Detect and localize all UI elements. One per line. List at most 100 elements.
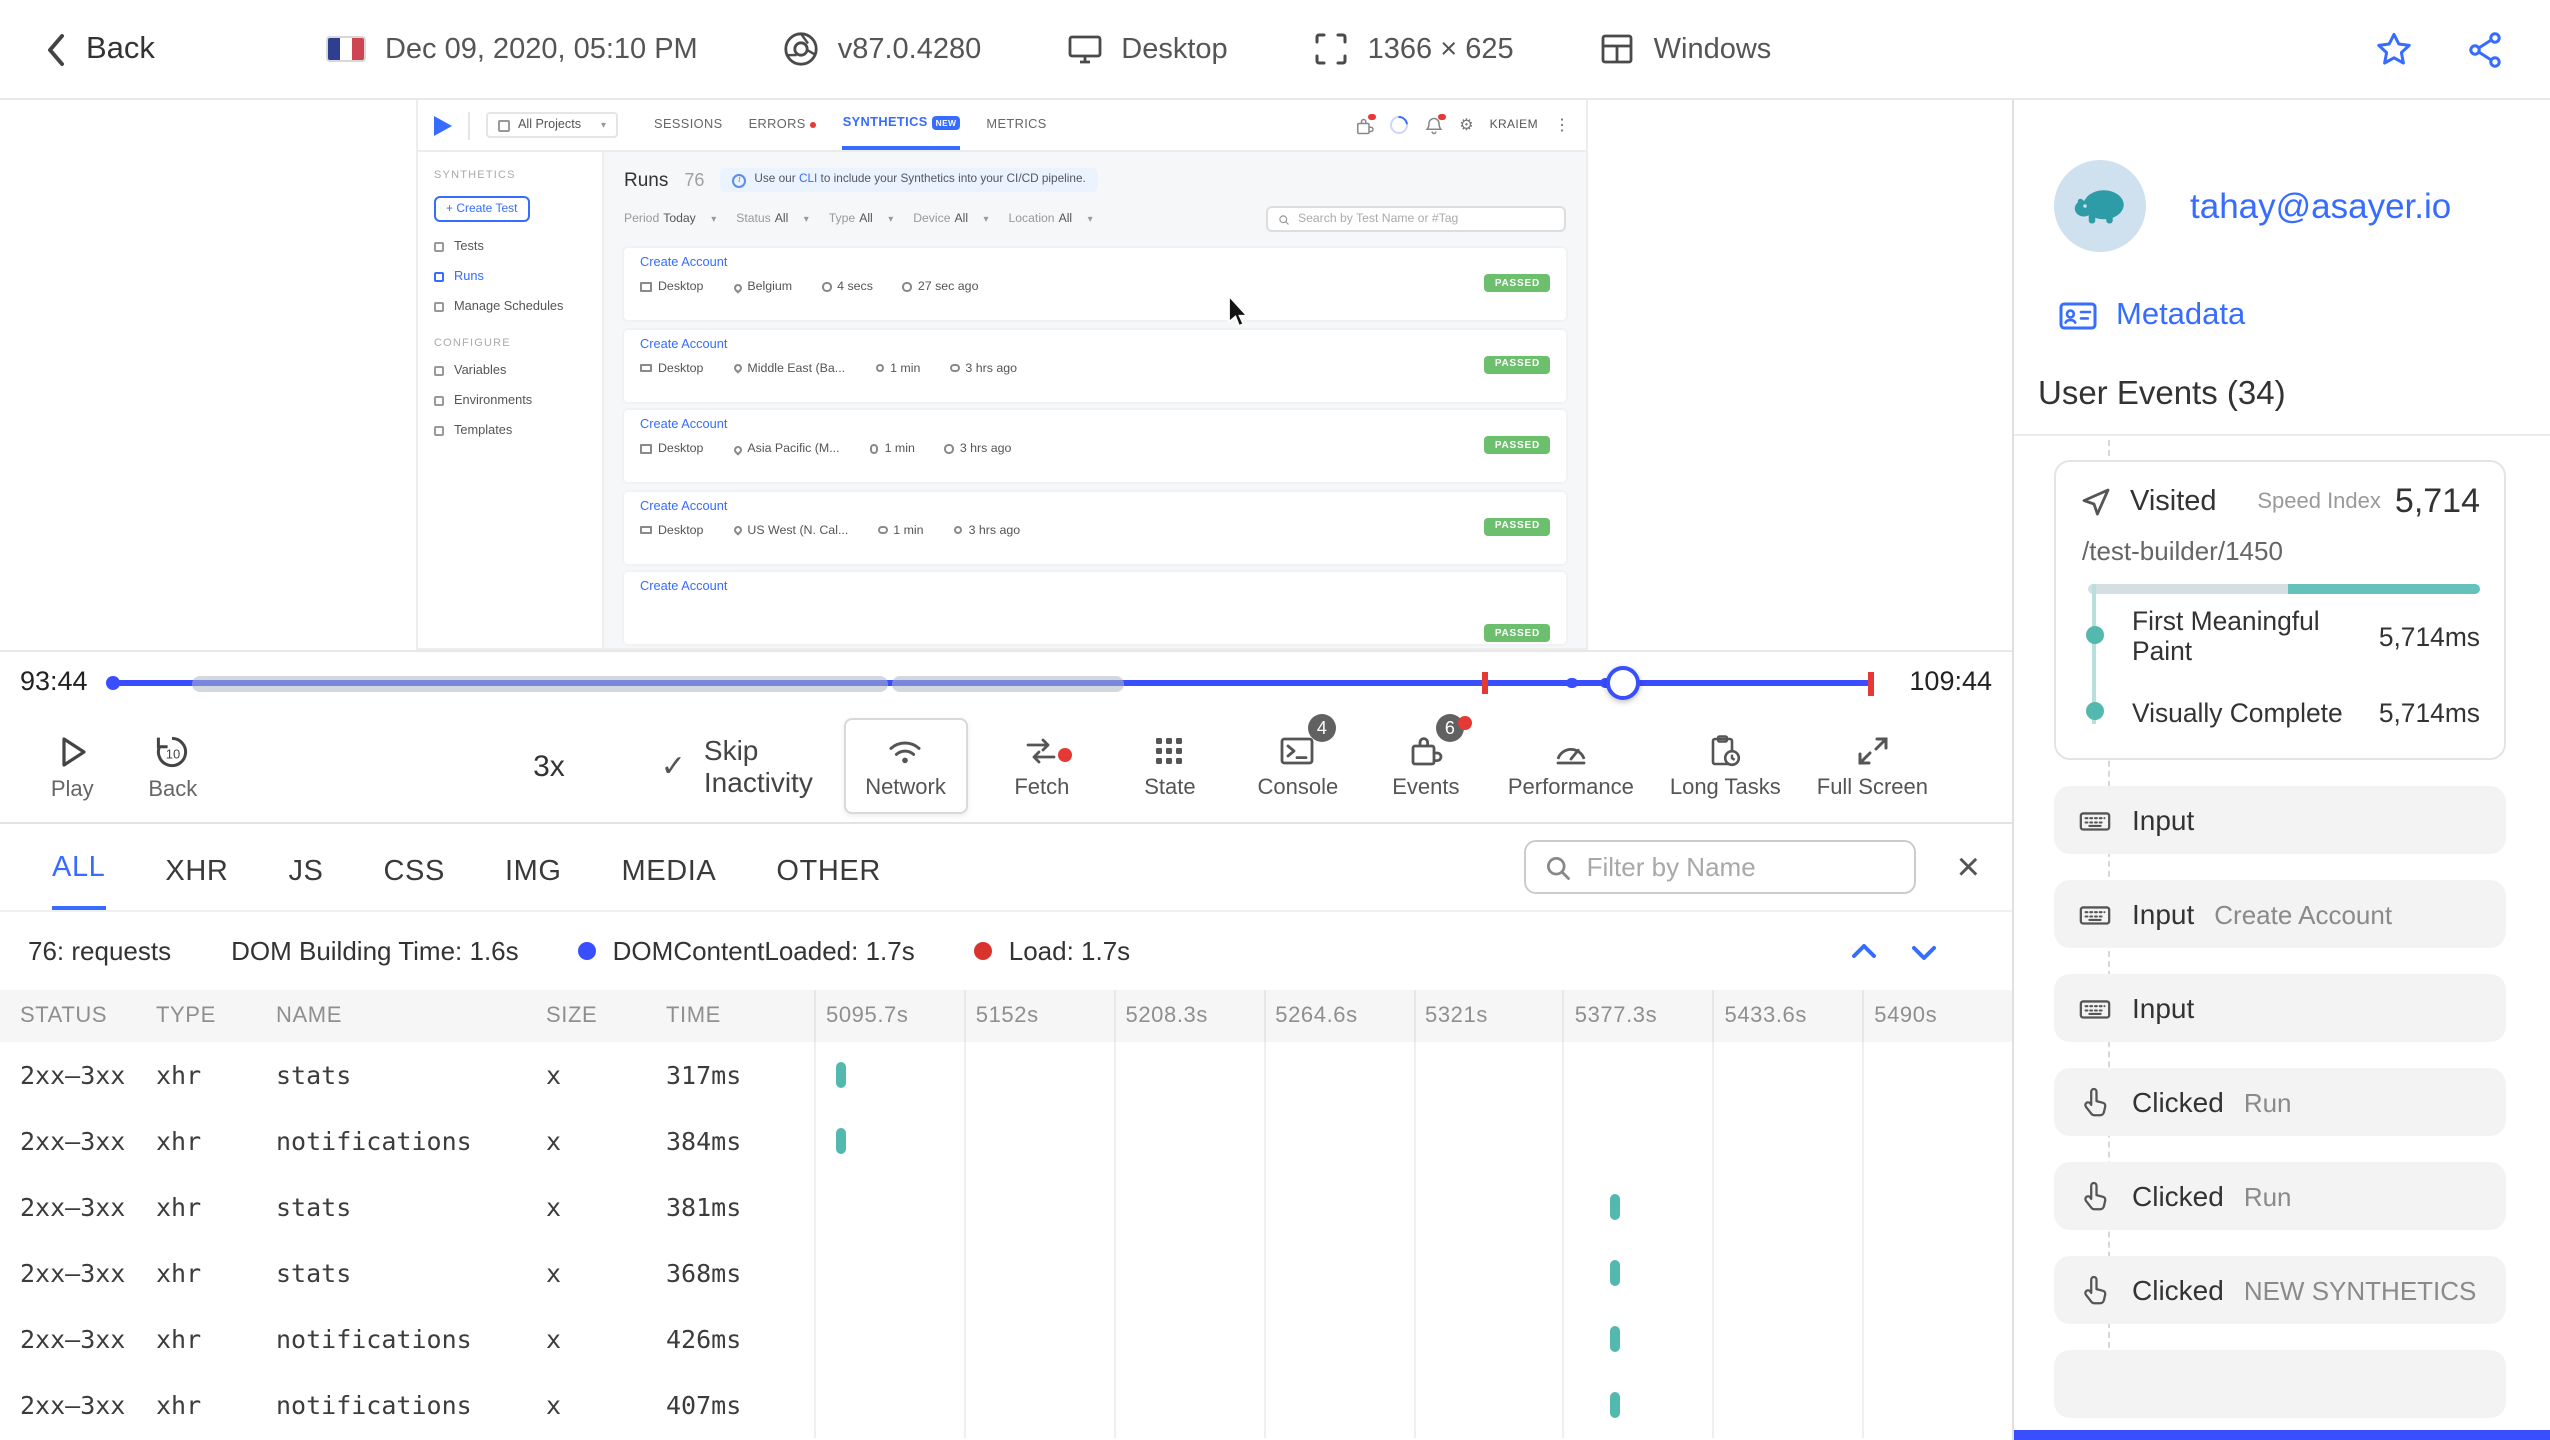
- runs-filters: Period Today ▾ Status All ▾ Type All ▾ Devi…: [624, 206, 1566, 232]
- table-row[interactable]: 2xx–3xx xhr stats x 381ms: [0, 1174, 2012, 1240]
- tab-all[interactable]: ALL: [52, 852, 106, 910]
- event-input[interactable]: Input Create Account: [2054, 880, 2506, 948]
- request-timing-tick: [835, 1062, 846, 1088]
- chevron-down-icon: ▾: [601, 119, 607, 131]
- metadata-button[interactable]: Metadata: [2058, 296, 2550, 336]
- event-clicked[interactable]: Clicked Run: [2054, 1162, 2506, 1230]
- timeline-total-time: 109:44: [1909, 666, 1992, 696]
- request-timing-tick: [1610, 1194, 1621, 1220]
- playback-speed-button[interactable]: 3x: [533, 749, 565, 783]
- rewind-10-icon: 10: [157, 735, 188, 767]
- table-row[interactable]: 2xx–3xx xhr notifications x 384ms: [0, 1108, 2012, 1174]
- keyboard-icon: [2079, 999, 2111, 1018]
- speed-index-label: Speed Index: [2257, 490, 2381, 514]
- app-nav-right: ⚙ KRAIEM ⋮: [1353, 112, 1570, 138]
- favorite-star-icon[interactable]: [2374, 29, 2414, 69]
- event-input[interactable]: Input: [2054, 974, 2506, 1042]
- col-name: NAME: [276, 1004, 342, 1028]
- session-datetime: Dec 09, 2020, 05:10 PM: [326, 33, 698, 65]
- loading-spinner-icon: [1385, 112, 1411, 138]
- filter-by-name-input[interactable]: [1586, 852, 1897, 882]
- table-row[interactable]: 2xx–3xx xhr notifications x 407ms: [0, 1372, 2012, 1438]
- visited-navigation-icon: [2082, 488, 2110, 516]
- state-panel-button[interactable]: State: [1116, 720, 1224, 812]
- console-panel-button[interactable]: Console 4: [1244, 714, 1352, 812]
- search-icon: [1279, 214, 1289, 224]
- sidebar-bottom-progress-bar: [2014, 1430, 2550, 1440]
- event-visited[interactable]: Visited Speed Index 5,714 /test-builder/…: [2054, 460, 2506, 760]
- fetch-icon: [1027, 738, 1057, 764]
- tab-img[interactable]: IMG: [505, 856, 562, 910]
- viewport-resolution: 1366 × 625: [1312, 30, 1514, 68]
- sidebar-section-synthetics: SYNTHETICS: [434, 170, 516, 182]
- event-clicked[interactable]: Clicked NEW SYNTHETICS: [2054, 1256, 2506, 1324]
- time-col: 5152s: [963, 990, 1114, 1042]
- performance-panel-button[interactable]: Performance: [1500, 720, 1642, 812]
- user-events-list: Visited Speed Index 5,714 /test-builder/…: [2054, 440, 2506, 1418]
- performance-gauge-icon: [1556, 748, 1586, 765]
- play-button[interactable]: Play: [28, 731, 117, 801]
- environments-icon: [434, 396, 444, 406]
- close-panel-icon[interactable]: ×: [1957, 847, 1980, 887]
- sidebar-item-runs: Runs: [434, 270, 586, 284]
- divider: [468, 111, 470, 139]
- new-badge: NEW: [931, 116, 961, 130]
- long-tasks-panel-button[interactable]: Long Tasks: [1662, 720, 1789, 812]
- resolution-label: 1366 × 625: [1367, 33, 1514, 65]
- table-row[interactable]: 2xx–3xx xhr notifications x 426ms: [0, 1306, 2012, 1372]
- network-filter-field[interactable]: [1524, 840, 1917, 894]
- event-input[interactable]: Input: [2054, 786, 2506, 854]
- timeline-scrubber[interactable]: [1606, 665, 1640, 699]
- tab-css[interactable]: CSS: [384, 856, 445, 910]
- jump-up-icon[interactable]: [1848, 935, 1880, 967]
- jump-down-icon[interactable]: [1908, 935, 1940, 967]
- click-hand-icon: [2084, 1180, 2107, 1210]
- tab-media[interactable]: MEDIA: [622, 856, 717, 910]
- tab-js[interactable]: JS: [288, 856, 323, 910]
- cli-link: CLI: [798, 174, 818, 186]
- runs-count: 76: [684, 170, 705, 190]
- back-10s-button[interactable]: 10 Back: [129, 731, 218, 801]
- id-card-icon: [2059, 302, 2097, 330]
- clock-icon: [944, 444, 954, 454]
- tab-xhr[interactable]: XHR: [165, 856, 228, 910]
- full-screen-button[interactable]: Full Screen: [1809, 720, 1936, 812]
- event-clicked[interactable]: Clicked Run: [2054, 1068, 2506, 1136]
- sidebar-item-tests: Tests: [434, 240, 586, 254]
- run-row: Create Account Desktop Middle East (Ba..…: [624, 329, 1566, 401]
- event-marker: [1566, 677, 1577, 688]
- fetch-panel-button[interactable]: Fetch: [988, 720, 1096, 812]
- browser-chrome-icon: [784, 32, 818, 66]
- monitor-icon: [1067, 35, 1101, 64]
- event-partial[interactable]: [2054, 1350, 2506, 1418]
- skip-inactivity-toggle[interactable]: ✓ Skip Inactivity: [661, 734, 843, 798]
- table-row[interactable]: 2xx–3xx xhr stats x 368ms: [0, 1240, 2012, 1306]
- events-alert-dot: [1457, 716, 1472, 730]
- sidebar-item-variables: Variables: [434, 364, 586, 378]
- bell-icon: [1423, 113, 1446, 135]
- device-type: Desktop: [1065, 30, 1228, 68]
- runs-search-input: Search by Test Name or #Tag: [1266, 206, 1566, 232]
- timeline-track[interactable]: [106, 652, 1874, 712]
- schedules-icon: [434, 302, 444, 312]
- time-col: 5433.6s: [1712, 990, 1863, 1042]
- tab-other[interactable]: OTHER: [776, 856, 881, 910]
- table-row[interactable]: 2xx–3xx xhr stats x 317ms: [0, 1042, 2012, 1108]
- templates-icon: [434, 426, 444, 436]
- share-icon[interactable]: [2466, 29, 2506, 69]
- duration-icon: [875, 363, 885, 373]
- events-panel-button[interactable]: Events 6: [1372, 714, 1480, 812]
- run-row: Create Account Desktop Belgium 4 secs 27…: [624, 248, 1566, 320]
- click-hand-icon: [2084, 1086, 2107, 1116]
- visited-url: /test-builder/1450: [2082, 536, 2283, 566]
- variables-icon: [434, 366, 444, 376]
- network-panel-button[interactable]: Network: [843, 718, 968, 814]
- back-button[interactable]: Back: [44, 31, 155, 67]
- status-badge: PASSED: [1484, 436, 1550, 454]
- location-pin-icon: [731, 443, 744, 455]
- metric-visually-complete: Visually Complete 5,714ms: [2132, 697, 2480, 727]
- filter-period: Period Today ▾: [624, 212, 717, 226]
- network-requests-table: STATUS TYPE NAME SIZE TIME 5095.7s 5152s…: [0, 990, 2012, 1440]
- clock-icon: [953, 525, 963, 535]
- cli-banner: i Use our CLI to include your Synthetics…: [720, 168, 1098, 192]
